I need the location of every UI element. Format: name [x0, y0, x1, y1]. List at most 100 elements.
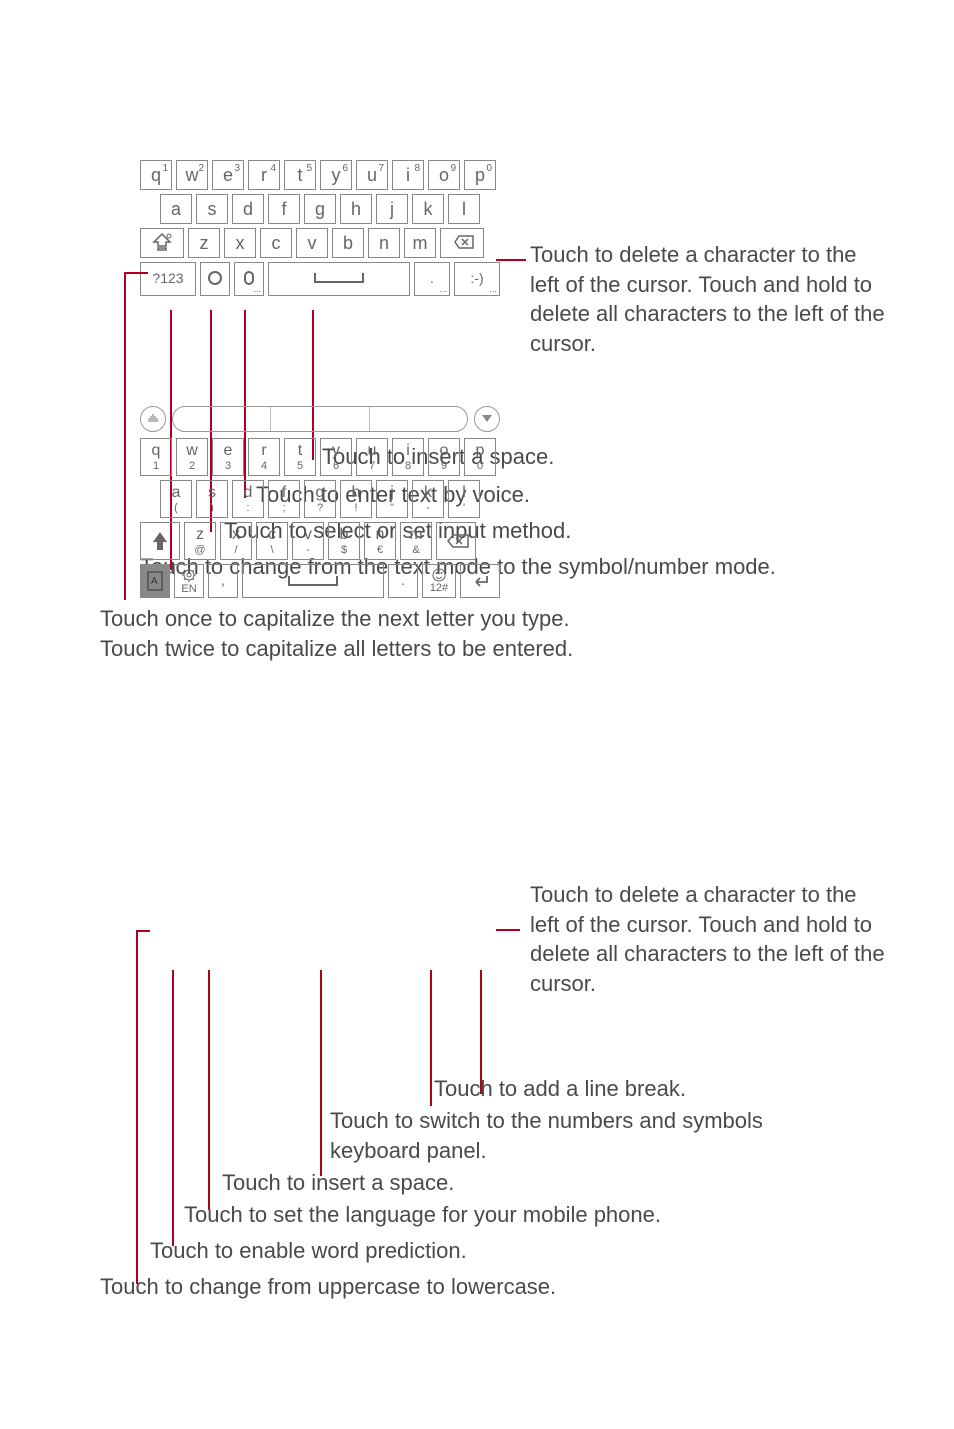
key2-c[interactable]: c\	[256, 522, 288, 560]
key2-q[interactable]: q1	[140, 438, 172, 476]
key-n[interactable]: n	[368, 228, 400, 258]
key2-a[interactable]: a(	[160, 480, 192, 518]
key-z[interactable]: z	[188, 228, 220, 258]
key-h[interactable]: h	[340, 194, 372, 224]
symbols-key[interactable]: 12#	[422, 564, 456, 598]
anno-predict: Touch to enable word prediction.	[150, 1236, 467, 1266]
key-f[interactable]: f	[268, 194, 300, 224]
key2-s[interactable]: s)	[196, 480, 228, 518]
key-p[interactable]: 0p	[464, 160, 496, 190]
smile-icon	[431, 568, 447, 582]
key-a[interactable]: a	[160, 194, 192, 224]
key-b[interactable]: b	[332, 228, 364, 258]
key2-e[interactable]: e3	[212, 438, 244, 476]
lead-line	[496, 259, 526, 261]
key2-j[interactable]: j"	[376, 480, 408, 518]
mode-key[interactable]: ?123	[140, 262, 196, 296]
key2-l[interactable]: l'	[448, 480, 480, 518]
key-c[interactable]: c	[260, 228, 292, 258]
anno-linebreak: Touch to add a line break.	[434, 1074, 686, 1104]
key-i[interactable]: 8i	[392, 160, 424, 190]
space-icon	[314, 273, 364, 283]
key-j[interactable]: j	[376, 194, 408, 224]
delete-key-2[interactable]	[436, 522, 476, 560]
predict-icon: A	[146, 570, 164, 592]
symbols-label: 12#	[430, 582, 448, 594]
key-d[interactable]: d	[232, 194, 264, 224]
anno-shift: Touch once to capitalize the next letter…	[100, 604, 573, 663]
key-t[interactable]: 5t	[284, 160, 316, 190]
anno-delete-1: Touch to delete a character to the left …	[530, 240, 890, 359]
period-key[interactable]: ....	[414, 262, 450, 296]
backspace-icon	[442, 533, 470, 549]
period-label-2: .	[401, 573, 405, 588]
key2-t[interactable]: t5	[284, 438, 316, 476]
period-label: .	[430, 269, 434, 288]
anno-lang: Touch to set the language for your mobil…	[184, 1200, 661, 1230]
key2-g[interactable]: g?	[304, 480, 336, 518]
anno-numsym: Touch to switch to the numbers and symbo…	[330, 1106, 850, 1165]
lang-key[interactable]: EN	[174, 564, 204, 598]
key2-b[interactable]: b$	[328, 522, 360, 560]
emoticon-label: :-)	[470, 269, 483, 288]
suggestion-left-icon[interactable]	[140, 406, 166, 432]
key2-w[interactable]: w2	[176, 438, 208, 476]
voice-key[interactable]: ...	[234, 262, 264, 296]
key-g[interactable]: g	[304, 194, 336, 224]
anno-case: Touch to change from uppercase to lowerc…	[100, 1272, 556, 1302]
lang-label: EN	[181, 583, 196, 595]
key-e[interactable]: 3e	[212, 160, 244, 190]
lead-line	[496, 929, 520, 931]
return-icon	[469, 573, 491, 589]
suggestion-right-icon[interactable]	[474, 406, 500, 432]
key-o[interactable]: 9o	[428, 160, 460, 190]
space-key[interactable]	[268, 262, 410, 296]
key-w[interactable]: 2w	[176, 160, 208, 190]
shift-key-2[interactable]	[140, 522, 180, 560]
delete-key[interactable]	[440, 228, 484, 258]
key-k[interactable]: k	[412, 194, 444, 224]
key-m[interactable]: m	[404, 228, 436, 258]
chevron-down-icon	[481, 414, 493, 424]
space-key-2[interactable]	[242, 564, 384, 598]
suggestion-bar[interactable]	[172, 406, 468, 432]
key2-m[interactable]: m&	[400, 522, 432, 560]
key2-y[interactable]: y6	[320, 438, 352, 476]
key2-p[interactable]: p0	[464, 438, 496, 476]
key2-x[interactable]: x/	[220, 522, 252, 560]
mode-label: ?123	[152, 269, 183, 288]
backspace-icon	[449, 234, 475, 250]
space-icon	[288, 576, 338, 586]
emoticon-key[interactable]: :-)...	[454, 262, 500, 296]
key2-f[interactable]: f;	[268, 480, 300, 518]
predict-key[interactable]: A	[140, 564, 170, 598]
lead-line	[136, 930, 150, 932]
key2-o[interactable]: o9	[428, 438, 460, 476]
key2-z[interactable]: z@	[184, 522, 216, 560]
key-l[interactable]: l	[448, 194, 480, 224]
key-q[interactable]: 1q	[140, 160, 172, 190]
key-r[interactable]: 4r	[248, 160, 280, 190]
key2-v[interactable]: v-	[292, 522, 324, 560]
key2-i[interactable]: i8	[392, 438, 424, 476]
lead-line	[208, 970, 210, 1210]
key2-k[interactable]: k-	[412, 480, 444, 518]
key2-u[interactable]: u7	[356, 438, 388, 476]
key2-n[interactable]: n€	[364, 522, 396, 560]
key-s[interactable]: s	[196, 194, 228, 224]
lead-line	[172, 970, 174, 1246]
key-x[interactable]: x	[224, 228, 256, 258]
shift-key[interactable]	[140, 228, 184, 258]
key2-h[interactable]: h!	[340, 480, 372, 518]
period-key-2[interactable]: .	[388, 564, 418, 598]
key-y[interactable]: 6y	[320, 160, 352, 190]
anno-delete-2: Touch to delete a character to the left …	[530, 880, 890, 999]
key-v[interactable]: v	[296, 228, 328, 258]
key2-r[interactable]: r4	[248, 438, 280, 476]
key2-d[interactable]: d:	[232, 480, 264, 518]
shift-icon	[151, 232, 173, 252]
input-method-key[interactable]	[200, 262, 230, 296]
comma-key[interactable]: ,	[208, 564, 238, 598]
key-u[interactable]: 7u	[356, 160, 388, 190]
enter-key[interactable]	[460, 564, 500, 598]
